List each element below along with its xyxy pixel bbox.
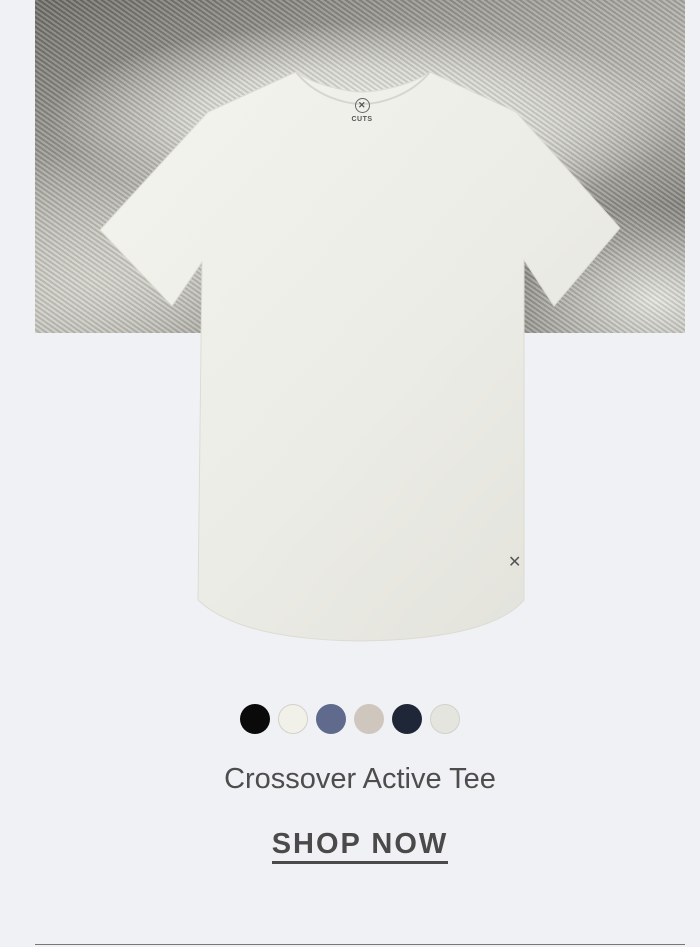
swatch-slate-blue[interactable] [316,704,346,734]
product-image[interactable]: ✕ CUTS ✕ [0,0,700,660]
swatch-taupe[interactable] [354,704,384,734]
cuts-logo: ✕ CUTS [344,98,380,123]
divider [35,944,685,945]
swatch-black[interactable] [240,704,270,734]
crossed-logo-icon: ✕ [354,98,370,113]
swatch-light-grey[interactable] [430,704,460,734]
swatch-navy[interactable] [392,704,422,734]
logo-text: CUTS [351,116,373,123]
product-title[interactable]: Crossover Active Tee [0,763,700,796]
hem-logo-icon: ✕ [508,554,522,571]
shop-now-link[interactable]: SHOP NOW [271,828,449,864]
tee-body [99,71,621,642]
swatch-off-white[interactable] [278,704,308,734]
shop-now-container: SHOP NOW [0,828,700,864]
color-swatches [0,704,700,734]
